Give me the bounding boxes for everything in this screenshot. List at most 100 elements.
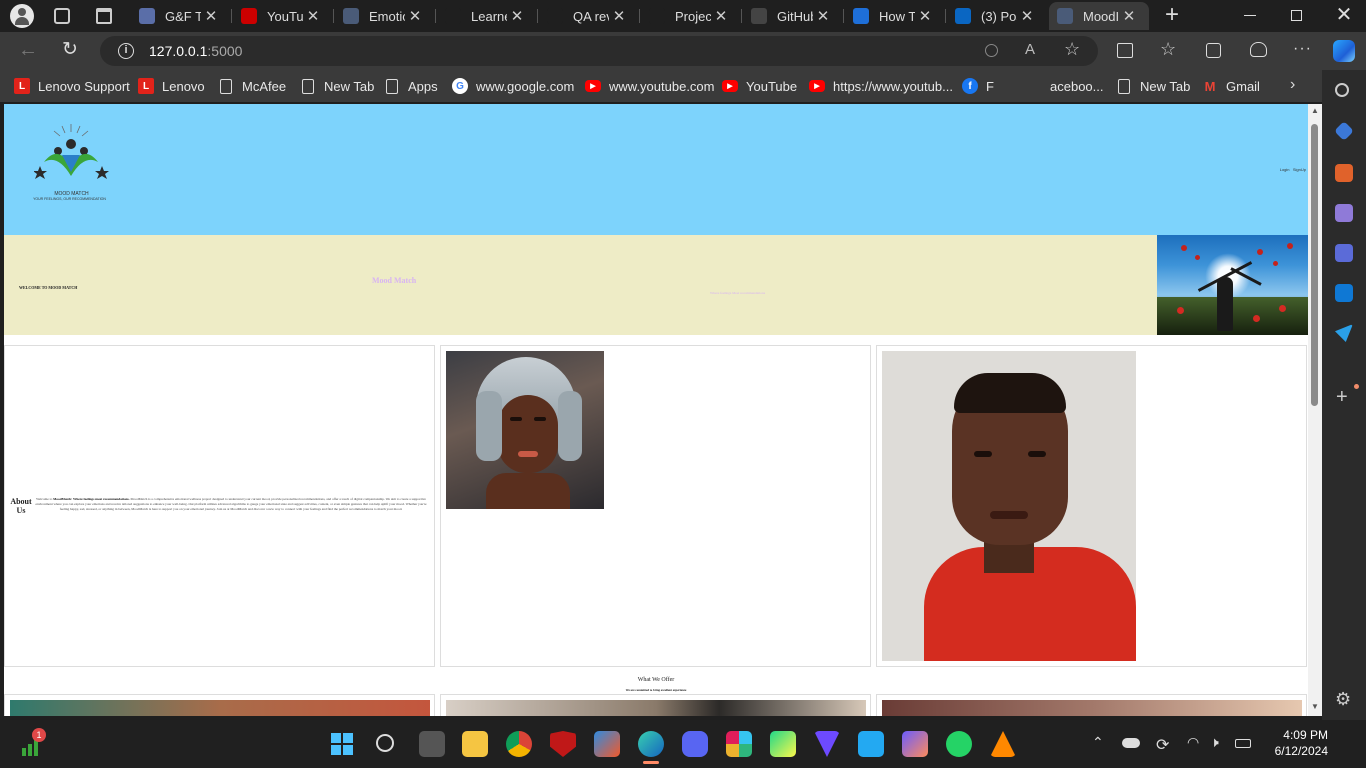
file-explorer-icon[interactable] xyxy=(462,731,488,757)
tab-close-icon[interactable]: ✕ xyxy=(405,7,425,25)
tab-1[interactable]: G&F Te✕ xyxy=(131,2,229,30)
restore-button[interactable] xyxy=(1291,10,1302,21)
workspaces-icon[interactable] xyxy=(54,8,70,24)
favorite-item[interactable]: M Gmail xyxy=(1202,78,1260,94)
signup-link[interactable]: SignUp xyxy=(1293,167,1306,172)
tab-separator xyxy=(843,9,844,23)
tab-label: Learne xyxy=(471,8,507,24)
tab-4[interactable]: Learne✕ xyxy=(437,2,535,30)
tab-close-icon[interactable]: ✕ xyxy=(507,7,527,25)
tab-6[interactable]: Project✕ xyxy=(641,2,739,30)
favorite-item[interactable]: Apps xyxy=(386,78,438,94)
mood-match-logo[interactable]: MOOD MATCH YOUR FEELINGS, OUR RECOMMENDA… xyxy=(33,122,109,204)
tab-separator xyxy=(639,9,640,23)
offer-subtitle: We are committed to bring excellent expe… xyxy=(625,688,687,692)
team-card-2 xyxy=(876,345,1307,667)
page-scrollbar[interactable]: ▲ ▼ xyxy=(1308,104,1322,716)
tab-close-icon[interactable]: ✕ xyxy=(201,7,221,25)
close-window-button[interactable]: ✕ xyxy=(1332,4,1356,28)
youtube-icon: ▶ xyxy=(585,80,601,92)
silhouette xyxy=(1217,277,1233,331)
tab-close-icon[interactable]: ✕ xyxy=(813,7,833,25)
favorite-item[interactable]: Gwww.google.com xyxy=(452,78,574,94)
favorite-item[interactable]: L Lenovo Support xyxy=(14,78,130,94)
sync-icon[interactable]: ⟳ xyxy=(1156,735,1169,755)
edge-icon[interactable] xyxy=(638,731,664,757)
tab-actions-icon[interactable] xyxy=(96,8,112,24)
outlook-icon[interactable] xyxy=(1335,284,1353,302)
site-info-icon[interactable]: i xyxy=(118,43,134,59)
tab-9[interactable]: (3) Pos✕ xyxy=(947,2,1045,30)
favorite-item[interactable]: ▶ https://www.youtub... xyxy=(809,78,953,94)
wifi-icon[interactable]: ◠ xyxy=(1187,734,1199,751)
tab-7[interactable]: GitHub✕ xyxy=(743,2,841,30)
favorite-item[interactable]: ▶ www.youtube.com xyxy=(585,78,715,94)
tab-close-icon[interactable]: ✕ xyxy=(1119,7,1139,25)
more-menu-icon[interactable]: ··· xyxy=(1293,40,1312,58)
tray-overflow-chevron-icon[interactable]: ⌃ xyxy=(1092,734,1104,751)
loading-icon xyxy=(853,8,869,24)
clock-time[interactable]: 4:09 PM xyxy=(1268,728,1328,742)
task-view-icon[interactable] xyxy=(419,731,445,757)
start-button[interactable] xyxy=(331,733,353,755)
address-bar[interactable] xyxy=(100,36,1098,66)
add-sidebar-button[interactable]: + xyxy=(1336,386,1348,409)
terminal-icon xyxy=(343,8,359,24)
new-tab-button[interactable]: + xyxy=(1160,3,1184,28)
favorite-item[interactable]: aceboo... xyxy=(1050,78,1104,94)
favorite-item[interactable]: New Tab xyxy=(1118,78,1190,94)
favorite-item[interactable]: L Lenovo xyxy=(138,78,205,94)
favorite-item[interactable]: fF xyxy=(962,78,994,94)
favorites-overflow-chevron-icon[interactable]: › xyxy=(1290,76,1295,94)
tab-close-icon[interactable]: ✕ xyxy=(609,7,629,25)
tab-close-icon[interactable]: ✕ xyxy=(915,7,935,25)
minimize-button[interactable] xyxy=(1244,15,1256,16)
whatsapp-icon[interactable] xyxy=(946,731,972,757)
favorite-item[interactable]: ▶ YouTube xyxy=(722,78,797,94)
volume-icon[interactable]: 🕨 xyxy=(1210,734,1219,751)
favorite-item[interactable]: McAfee xyxy=(220,78,286,94)
tools-briefcase-icon[interactable] xyxy=(1335,164,1353,182)
tab-close-icon[interactable]: ✕ xyxy=(303,7,323,25)
favorite-star-icon[interactable]: ☆ xyxy=(1064,39,1080,60)
read-aloud-icon[interactable]: A xyxy=(1025,41,1035,58)
tab-5[interactable]: QA rev ✕ xyxy=(539,2,637,30)
page-icon xyxy=(302,78,314,94)
clock-date[interactable]: 6/12/2024 xyxy=(1262,744,1328,758)
tab-8[interactable]: How To✕ xyxy=(845,2,943,30)
scrollbar-thumb[interactable] xyxy=(1311,124,1318,406)
url-text[interactable]: 127.0.0.1:5000 xyxy=(149,43,242,59)
games-icon[interactable] xyxy=(1335,204,1353,222)
back-button[interactable]: ← xyxy=(18,40,38,60)
taskbar-search-icon[interactable] xyxy=(376,734,394,752)
tab-3[interactable]: Emotio✕ xyxy=(335,2,433,30)
sidebar-settings-icon[interactable]: ⚙ xyxy=(1335,689,1351,710)
zoom-out-icon[interactable] xyxy=(985,44,998,57)
onedrive-icon[interactable] xyxy=(1122,738,1140,748)
favorites-icon[interactable]: ☆ xyxy=(1160,39,1176,60)
profile-avatar[interactable] xyxy=(10,4,34,28)
refresh-button[interactable]: ↻ xyxy=(62,40,82,60)
copilot-app-icon[interactable] xyxy=(902,731,928,757)
copilot-icon[interactable] xyxy=(1333,40,1355,62)
battery-icon[interactable] xyxy=(1235,739,1251,748)
tab-close-icon[interactable]: ✕ xyxy=(1017,7,1037,25)
pycharm-icon[interactable] xyxy=(770,731,796,757)
login-link[interactable]: Login xyxy=(1280,167,1290,172)
collections-icon[interactable] xyxy=(1206,43,1221,58)
tab-close-icon[interactable]: ✕ xyxy=(711,7,731,25)
tab-2[interactable]: YouTul ✕ xyxy=(233,2,331,30)
split-screen-icon[interactable] xyxy=(1117,43,1133,58)
vscode-icon[interactable] xyxy=(858,731,884,757)
search-icon[interactable] xyxy=(1335,83,1349,97)
gmail-icon: M xyxy=(1204,78,1216,94)
copilot-sidebar-icon[interactable] xyxy=(1335,244,1353,262)
chrome-icon[interactable] xyxy=(506,731,532,757)
tab-10[interactable]: MoodI ✕ xyxy=(1049,2,1149,30)
favorite-item[interactable]: New Tab xyxy=(302,78,374,94)
tab-separator xyxy=(537,9,538,23)
slack-icon[interactable] xyxy=(726,731,752,757)
performance-icon[interactable] xyxy=(1250,42,1267,57)
store-icon[interactable] xyxy=(594,731,620,757)
discord-icon[interactable] xyxy=(682,731,708,757)
